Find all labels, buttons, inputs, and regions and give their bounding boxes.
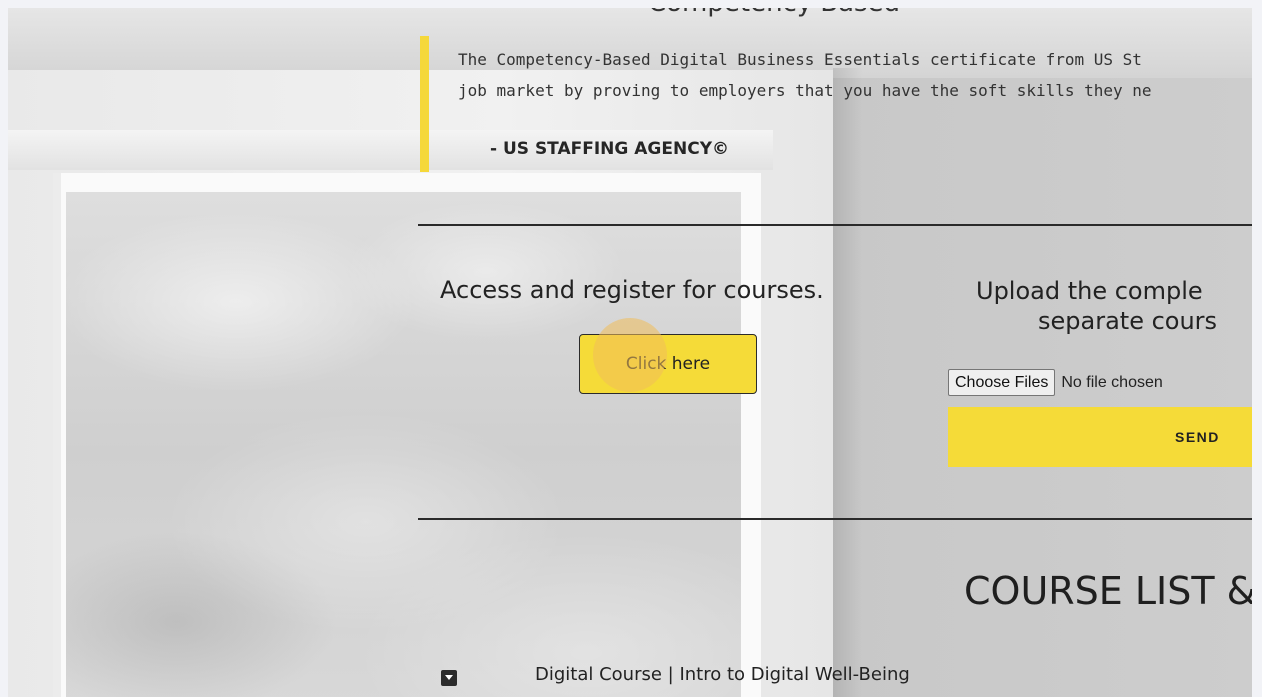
click-here-button[interactable]: Click here xyxy=(579,334,757,394)
send-button[interactable]: SEND xyxy=(948,407,1252,467)
choose-files-button[interactable]: Choose Files xyxy=(948,369,1056,396)
upload-title-line-2: separate cours xyxy=(1038,307,1218,335)
click-here-label: Click here xyxy=(625,354,711,374)
send-label: SEND xyxy=(1175,429,1220,445)
divider-bottom xyxy=(418,518,1252,520)
background-sky-image xyxy=(66,192,741,697)
file-status-text: No file chosen xyxy=(1061,373,1163,391)
register-title: Access and register for courses. xyxy=(440,276,824,304)
chevron-down-icon[interactable] xyxy=(441,670,457,686)
quote-line-2: job market by proving to employers that … xyxy=(458,81,1152,100)
panel-shadow xyxy=(833,68,863,697)
course-list-title: COURSE LIST & xyxy=(964,569,1252,613)
course-list-item[interactable]: Digital Course | Intro to Digital Well-B… xyxy=(535,664,910,685)
upload-title: Upload the comple separate cours xyxy=(976,276,1252,336)
page-background: Competency-Based The Competency-Based Di… xyxy=(8,8,1252,697)
section-heading: Competency-Based xyxy=(648,8,948,18)
file-upload-field: Choose Files No file chosen xyxy=(948,369,1163,396)
upload-title-line-1: Upload the comple xyxy=(976,277,1203,305)
quote-accent-bar xyxy=(420,36,429,172)
quote-block: The Competency-Based Digital Business Es… xyxy=(458,44,1252,106)
quote-author: - US STAFFING AGENCY© xyxy=(490,139,730,159)
divider-top xyxy=(418,224,1252,226)
quote-line-1: The Competency-Based Digital Business Es… xyxy=(458,50,1142,69)
page-margin xyxy=(1252,0,1262,697)
